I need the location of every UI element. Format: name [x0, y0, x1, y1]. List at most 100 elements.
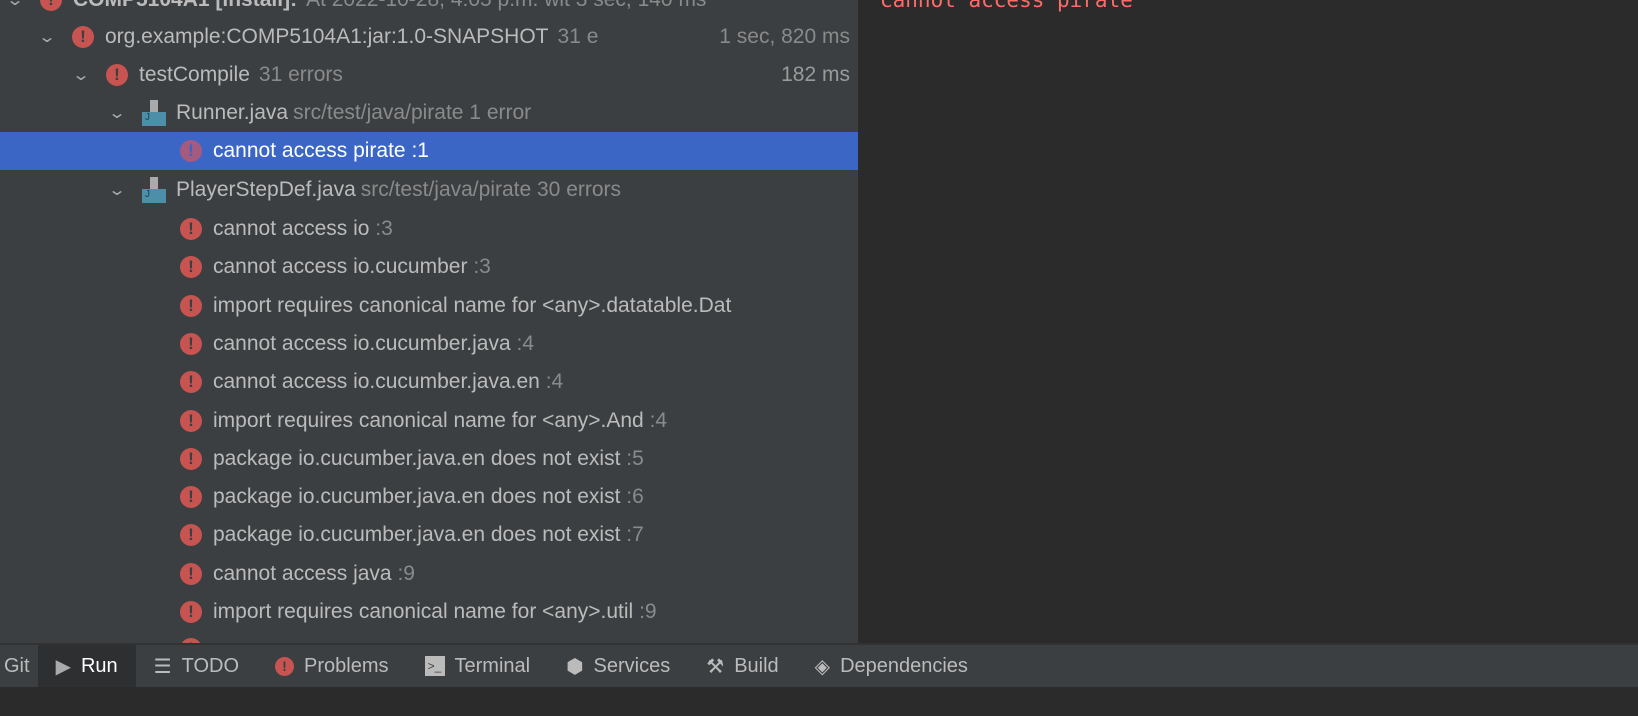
error-line: :4: [545, 370, 564, 394]
error-message: cannot access io.cucumber: [213, 255, 468, 279]
module-detail: 31 e: [557, 25, 599, 48]
tree-row-error[interactable]: ! import requires canonical name for <any…: [0, 593, 858, 631]
chevron-down-icon[interactable]: ⌄: [107, 105, 127, 122]
console-text: cannot access pirate: [880, 0, 1133, 12]
tree-row-error[interactable]: ! cannot access pirate :1: [0, 132, 858, 170]
tree-row-error[interactable]: ! cannot access io.cucumber :3: [0, 248, 858, 286]
tree-row-error-partial[interactable]: !: [0, 630, 858, 643]
error-icon: !: [106, 64, 128, 86]
play-icon: ▶: [55, 655, 71, 678]
error-line: :4: [649, 408, 668, 432]
tool-run[interactable]: ▶ Run: [37, 645, 136, 687]
terminal-icon: >_: [424, 656, 445, 676]
tool-window-bar: Git ▶ Run ☰ TODO ! Problems >_ Terminal ⬢ Ser…: [0, 643, 1638, 687]
error-icon: !: [180, 486, 202, 509]
tree-row-error[interactable]: ! package io.cucumber.java.en does not ex…: [0, 440, 858, 478]
goal-label: testCompile: [139, 63, 250, 86]
tool-label: Problems: [304, 654, 389, 677]
file-detail: src/test/java/pirate 1 error: [293, 101, 532, 124]
tool-label: Git: [4, 654, 30, 677]
layers-icon: ◈: [814, 655, 831, 678]
list-icon: ☰: [153, 655, 172, 678]
root-detail: At 2022-10-28, 4:05 p.m. wit 3 sec, 140 …: [306, 0, 706, 12]
tree-row-error[interactable]: ! import requires canonical name for <any…: [0, 287, 858, 325]
chevron-down-icon[interactable]: ⌄: [37, 29, 57, 46]
file-detail: src/test/java/pirate 30 errors: [360, 178, 622, 201]
tree-row-file[interactable]: ⌄ J Runner.java src/test/java/pirate 1 e…: [0, 94, 858, 132]
error-message: package io.cucumber.java.en does not exi…: [213, 485, 621, 509]
error-icon: !: [180, 294, 202, 317]
tree-row-error[interactable]: ! cannot access io.cucumber.java.en :4: [0, 363, 858, 401]
tool-label: Terminal: [454, 654, 531, 677]
module-label: org.example:COMP5104A1:jar:1.0-SNAPSHOT: [105, 25, 549, 48]
error-icon: !: [180, 447, 202, 470]
error-message: cannot access pirate: [213, 139, 406, 162]
error-line: :7: [626, 523, 644, 547]
error-message: import requires canonical name for <any>…: [213, 600, 634, 623]
error-line: :9: [397, 561, 415, 585]
console-output[interactable]: cannot access pirate: [858, 0, 1638, 643]
tool-dependencies[interactable]: ◈ Dependencies: [797, 645, 986, 687]
tool-todo[interactable]: ☰ TODO: [136, 645, 257, 687]
tool-git[interactable]: Git: [0, 645, 38, 687]
tree-row-error[interactable]: ! cannot access java :9: [0, 555, 858, 593]
tree-row-root[interactable]: ⌄ ! COMP5104A1 [install]: At 2022-10-28,…: [0, 0, 858, 19]
error-icon: !: [180, 256, 202, 279]
error-icon: !: [180, 601, 202, 623]
tree-row-error[interactable]: ! import requires canonical name for <any…: [0, 402, 858, 440]
tool-label: Dependencies: [840, 654, 968, 677]
error-icon: !: [40, 0, 62, 11]
tree-row-file[interactable]: ⌄ J PlayerStepDef.java src/test/java/pir…: [0, 171, 858, 209]
tool-build[interactable]: ⚒ Build: [688, 645, 796, 687]
error-message: cannot access java: [213, 561, 392, 585]
tool-label: Build: [734, 654, 779, 677]
goal-detail: 31 errors: [258, 63, 343, 86]
error-icon: !: [180, 332, 202, 355]
error-line: :5: [626, 446, 644, 470]
error-message: cannot access io.cucumber.java.en: [213, 370, 540, 394]
tool-label: Services: [593, 654, 671, 677]
error-message: cannot access io.cucumber.java: [213, 331, 511, 355]
error-line: :4: [516, 331, 535, 355]
chevron-down-icon[interactable]: ⌄: [5, 0, 25, 9]
error-message: import requires canonical name for <any>…: [213, 408, 644, 432]
file-label: PlayerStepDef.java: [176, 178, 356, 201]
error-icon: !: [180, 562, 202, 585]
tree-row-error[interactable]: ! package io.cucumber.java.en does not ex…: [0, 478, 858, 516]
error-message: cannot access io: [213, 217, 370, 240]
services-icon: ⬢: [566, 655, 584, 678]
chevron-down-icon[interactable]: ⌄: [71, 67, 91, 84]
tree-row-error[interactable]: ! package io.cucumber.java.en does not ex…: [0, 516, 858, 554]
module-time: 1 sec, 820 ms: [719, 25, 850, 48]
error-message: import requires canonical name for <any>…: [213, 293, 732, 317]
tool-label: Run: [80, 654, 118, 677]
error-icon: !: [180, 524, 202, 547]
status-bar: [0, 687, 1638, 716]
error-icon: !: [275, 656, 295, 676]
java-file-icon: J: [142, 177, 166, 203]
file-label: Runner.java: [176, 101, 289, 124]
goal-time: 182 ms: [781, 63, 850, 86]
error-line: :6: [626, 485, 644, 509]
java-file-icon: J: [142, 100, 166, 126]
error-icon: !: [180, 409, 202, 432]
tree-row-goal[interactable]: ⌄ ! testCompile 31 errors 182 ms: [0, 56, 858, 94]
tree-row-module[interactable]: ⌄ ! org.example:COMP5104A1:jar:1.0-SNAPS…: [0, 18, 858, 56]
error-line: :3: [375, 217, 393, 240]
tool-services[interactable]: ⬢ Services: [548, 645, 688, 687]
error-message: package io.cucumber.java.en does not exi…: [213, 523, 621, 547]
build-tree-panel: ⌄ ! COMP5104A1 [install]: At 2022-10-28,…: [0, 0, 858, 643]
error-icon: !: [180, 140, 202, 162]
chevron-down-icon[interactable]: ⌄: [107, 182, 127, 199]
tool-label: TODO: [181, 654, 240, 677]
error-line: :9: [639, 600, 657, 623]
error-icon: !: [72, 26, 94, 48]
tool-problems[interactable]: ! Problems: [257, 645, 406, 687]
error-line: :1: [411, 139, 429, 162]
tree-row-error[interactable]: ! cannot access io.cucumber.java :4: [0, 325, 858, 363]
root-label: COMP5104A1 [install]:: [73, 0, 297, 12]
error-line: :3: [473, 255, 491, 279]
tool-terminal[interactable]: >_ Terminal: [407, 645, 549, 687]
error-message: package io.cucumber.java.en does not exi…: [213, 446, 621, 470]
tree-row-error[interactable]: ! cannot access io :3: [0, 210, 858, 248]
